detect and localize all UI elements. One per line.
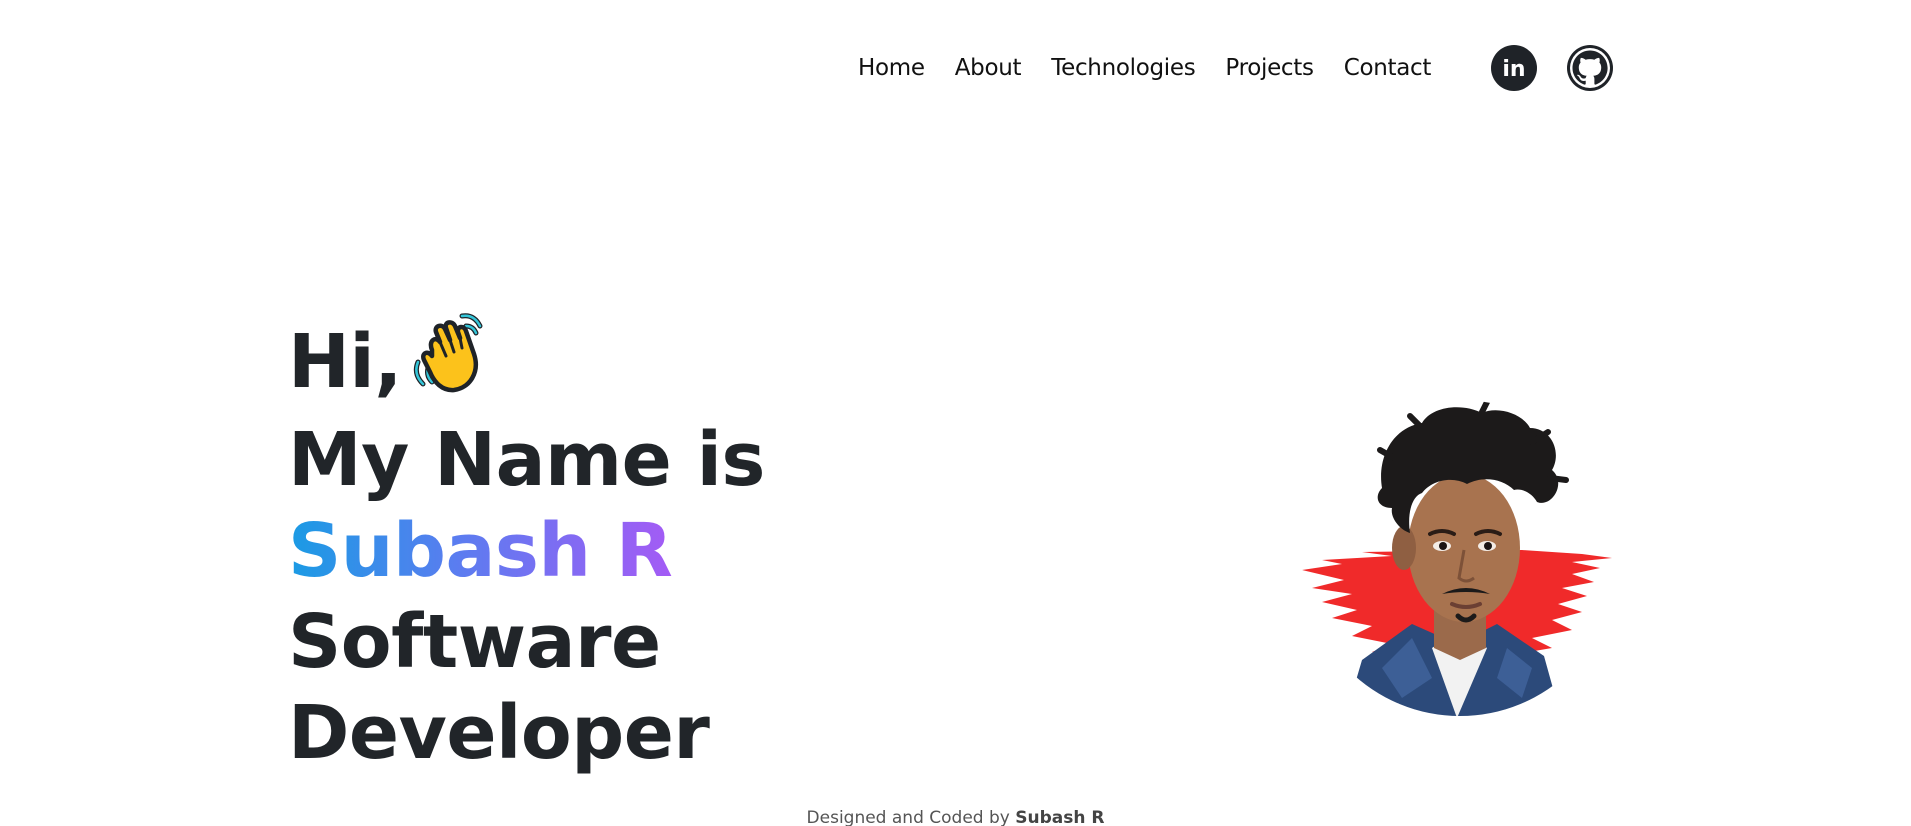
greeting-line: Hi, <box>288 310 765 415</box>
github-icon[interactable] <box>1567 45 1614 91</box>
nav-link-projects[interactable]: Projects <box>1225 55 1314 81</box>
role-line-2: Developer <box>288 690 710 776</box>
profile-photo <box>1282 398 1622 716</box>
nav-link-technologies[interactable]: Technologies <box>1051 55 1195 81</box>
navbar: Home About Technologies Projects Contact… <box>858 44 1614 92</box>
linkedin-label: in <box>1502 57 1525 82</box>
nav-link-home[interactable]: Home <box>858 55 925 81</box>
github-glyph <box>1570 48 1611 88</box>
social-links: in <box>1491 45 1614 91</box>
portfolio-page: Home About Technologies Projects Contact… <box>0 0 1911 826</box>
linkedin-glyph: in <box>1502 57 1525 82</box>
hero-section: Hi, My Name is Subash R Software Develop… <box>288 310 765 779</box>
nav-link-contact[interactable]: Contact <box>1344 55 1432 81</box>
nav-links: Home About Technologies Projects Contact <box>858 55 1431 81</box>
linkedin-icon[interactable]: in <box>1491 45 1538 91</box>
footer-prefix: Designed and Coded by <box>806 808 1010 826</box>
footer-author: Subash R <box>1015 808 1105 826</box>
nav-link-about[interactable]: About <box>955 55 1022 81</box>
greeting-text: Hi, <box>288 319 402 405</box>
role-line-1: Software <box>288 599 661 685</box>
developer-name: Subash R <box>288 508 673 594</box>
footer: Designed and Coded by Subash R <box>0 808 1911 826</box>
name-line: Subash R <box>288 506 765 597</box>
intro-line: My Name is <box>288 417 765 503</box>
waving-hand-icon <box>410 310 490 415</box>
